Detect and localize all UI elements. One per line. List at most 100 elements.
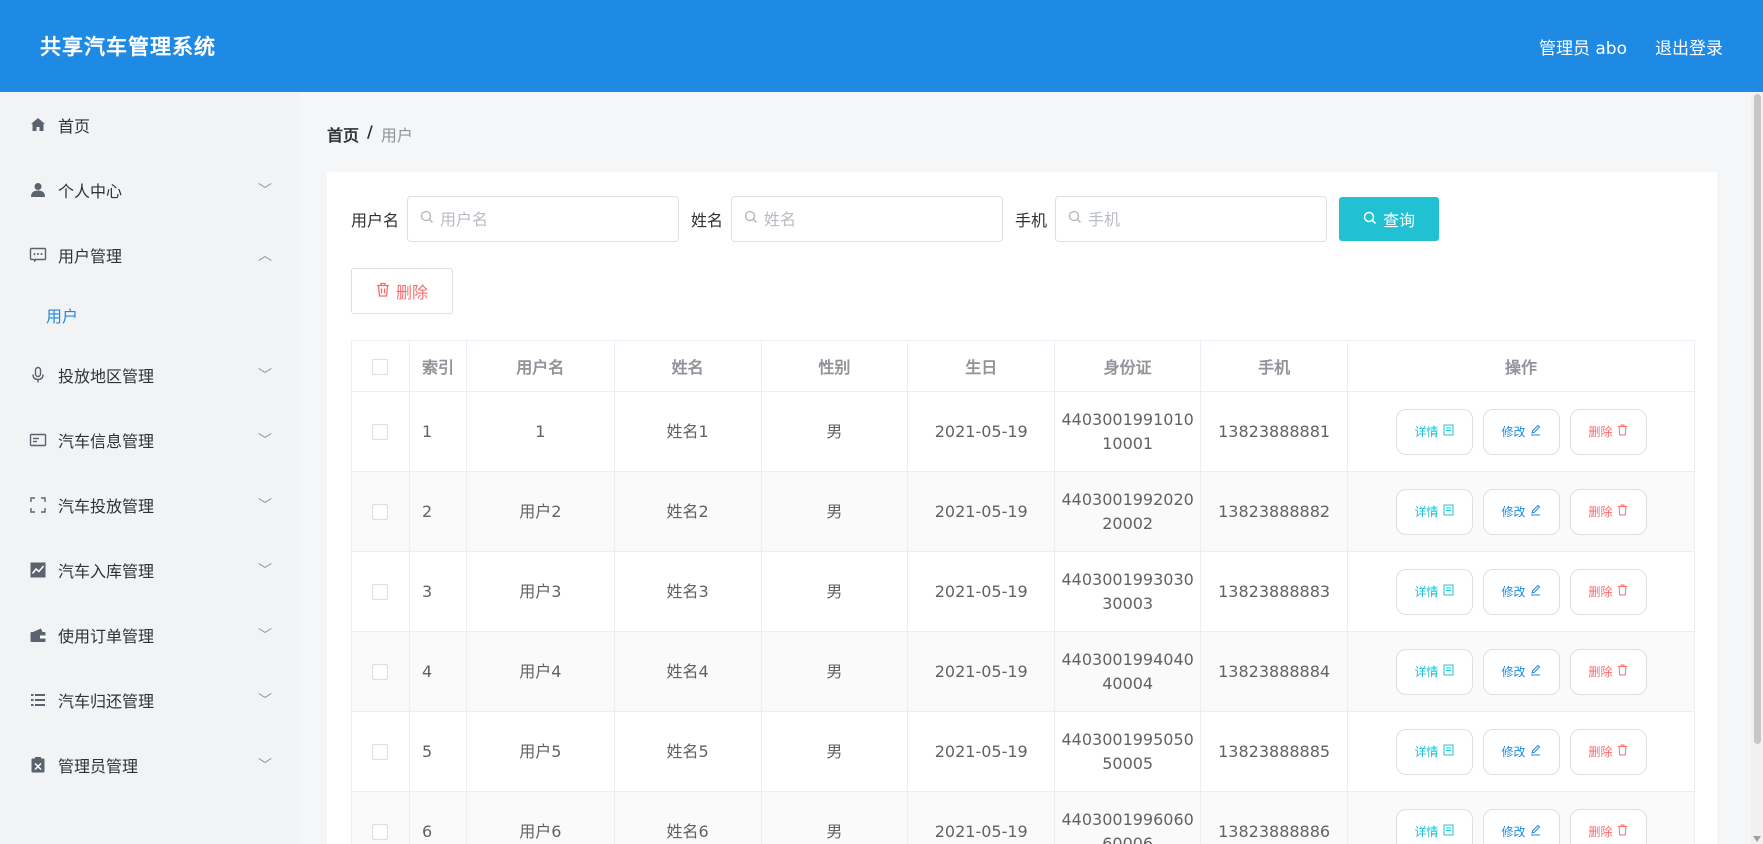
sidebar-item-user-management[interactable]: 用户管理 ︿ [0,222,300,287]
name-search-input[interactable] [764,209,985,229]
sidebar-item-personal-center[interactable]: 个人中心 ﹀ [0,157,300,222]
row-checkbox[interactable] [372,744,389,760]
trash-icon [1617,743,1628,761]
detail-button-label: 详情 [1414,424,1439,439]
cell-actions: 详情 修改 删除 [1347,551,1695,632]
cell-phone: 13823888881 [1200,391,1349,472]
column-header-index: 索引 [408,340,467,392]
id-card-line: 4403001992020 [1061,489,1194,509]
detail-button[interactable]: 详情 [1395,568,1473,615]
logout-link[interactable]: 退出登录 [1655,34,1723,59]
row-select-cell [351,791,410,844]
current-user-label[interactable]: 管理员 abo [1539,34,1627,59]
cell-name: 姓名5 [613,711,762,792]
edit-button[interactable]: 修改 [1482,568,1560,615]
scrollbar-thumb[interactable] [1754,94,1761,744]
id-card-line: 4403001995050 [1061,729,1194,749]
delete-button[interactable]: 删除 [1569,728,1647,775]
sidebar-item-label: 投放地区管理 [58,366,155,386]
delete-button[interactable]: 删除 [1569,568,1647,615]
batch-delete-button[interactable]: 删除 [351,268,453,314]
column-header-gender: 性别 [760,340,909,392]
phone-search-box[interactable] [1055,196,1328,242]
chevron-up-icon: ︿ [258,247,272,264]
id-card-line: 50005 [1102,753,1154,773]
phone-search-label: 手机 [1015,211,1048,230]
batch-delete-label: 删除 [395,283,428,302]
delete-button[interactable]: 删除 [1569,408,1647,455]
chat-dots-icon [28,245,48,265]
sidebar-item-home[interactable]: 首页 [0,92,300,157]
cell-birthday: 2021-05-19 [907,391,1056,472]
chevron-down-icon: ﹀ [258,757,272,774]
cell-phone: 13823888884 [1200,631,1349,712]
breadcrumb-separator: / [367,122,373,141]
id-card-line: 4403001994040 [1061,649,1194,669]
cell-username: 用户5 [465,711,615,792]
detail-button[interactable]: 详情 [1395,648,1473,695]
search-icon [744,210,758,228]
row-checkbox[interactable] [372,584,389,600]
cell-index: 1 [408,391,467,472]
row-checkbox[interactable] [372,504,389,520]
username-search-box[interactable] [407,196,680,242]
cell-gender: 男 [760,551,909,632]
sidebar-item-car-storage-management[interactable]: 汽车入库管理 ﹀ [0,537,300,602]
detail-button-label: 详情 [1414,744,1439,759]
delete-button[interactable]: 删除 [1569,488,1647,535]
sidebar-item-label: 汽车归还管理 [58,691,155,711]
cell-id-card: 4403001992020 20002 [1054,471,1202,552]
row-checkbox[interactable] [372,664,389,680]
edit-button[interactable]: 修改 [1482,728,1560,775]
edit-button[interactable]: 修改 [1482,808,1560,844]
sidebar-item-car-info-management[interactable]: 汽车信息管理 ﹀ [0,407,300,472]
detail-button[interactable]: 详情 [1395,408,1473,455]
sidebar-item-label: 首页 [58,116,91,136]
clipboard-icon [28,755,48,775]
users-table: 索引 用户名 姓名 性别 生日 身份证 手机 操作 1 1 姓名1 男 2021-05-… [351,340,1695,844]
edit-button[interactable]: 修改 [1482,648,1560,695]
detail-button-label: 详情 [1414,504,1439,519]
detail-button[interactable]: 详情 [1395,488,1473,535]
name-search-box[interactable] [731,196,1004,242]
sidebar-item-car-return-management[interactable]: 汽车归还管理 ﹀ [0,667,300,732]
delete-button[interactable]: 删除 [1569,648,1647,695]
delete-button[interactable]: 删除 [1569,808,1647,844]
sidebar-item-car-deploy-management[interactable]: 汽车投放管理 ﹀ [0,472,300,537]
document-icon [1443,663,1454,681]
edit-pen-icon [1530,663,1541,681]
breadcrumb-home[interactable]: 首页 [327,122,359,146]
sidebar-item-admin-management[interactable]: 管理员管理 ﹀ [0,732,300,797]
row-checkbox[interactable] [372,424,389,440]
id-card-line: 30003 [1102,593,1154,613]
cell-index: 4 [408,631,467,712]
query-button[interactable]: 查询 [1339,197,1440,241]
list-icon [28,690,48,710]
id-card-line: 4403001991010 [1061,409,1194,429]
edit-button[interactable]: 修改 [1482,408,1560,455]
detail-button[interactable]: 详情 [1395,728,1473,775]
sidebar-item-label: 汽车信息管理 [58,431,155,451]
sidebar-item-order-management[interactable]: 使用订单管理 ﹀ [0,602,300,667]
document-icon [1443,583,1454,601]
detail-button-label: 详情 [1414,584,1439,599]
cell-actions: 详情 修改 删除 [1347,711,1695,792]
cell-birthday: 2021-05-19 [907,471,1056,552]
cell-birthday: 2021-05-19 [907,551,1056,632]
cell-username: 用户6 [465,791,615,844]
delete-button-label: 删除 [1588,664,1613,679]
edit-pen-icon [1530,503,1541,521]
page-scrollbar[interactable] [1751,92,1763,844]
wallet-icon [28,625,48,645]
detail-button[interactable]: 详情 [1395,808,1473,844]
scroll-down-arrow-icon[interactable] [1753,836,1761,842]
sidebar-subitem-users[interactable]: 用户 [0,287,300,342]
phone-search-input[interactable] [1088,209,1309,229]
document-icon [1443,823,1454,841]
select-all-checkbox[interactable] [372,359,389,375]
sidebar-item-region-management[interactable]: 投放地区管理 ﹀ [0,342,300,407]
row-checkbox[interactable] [372,824,389,840]
edit-button[interactable]: 修改 [1482,488,1560,535]
username-search-input[interactable] [440,209,661,229]
edit-pen-icon [1530,583,1541,601]
